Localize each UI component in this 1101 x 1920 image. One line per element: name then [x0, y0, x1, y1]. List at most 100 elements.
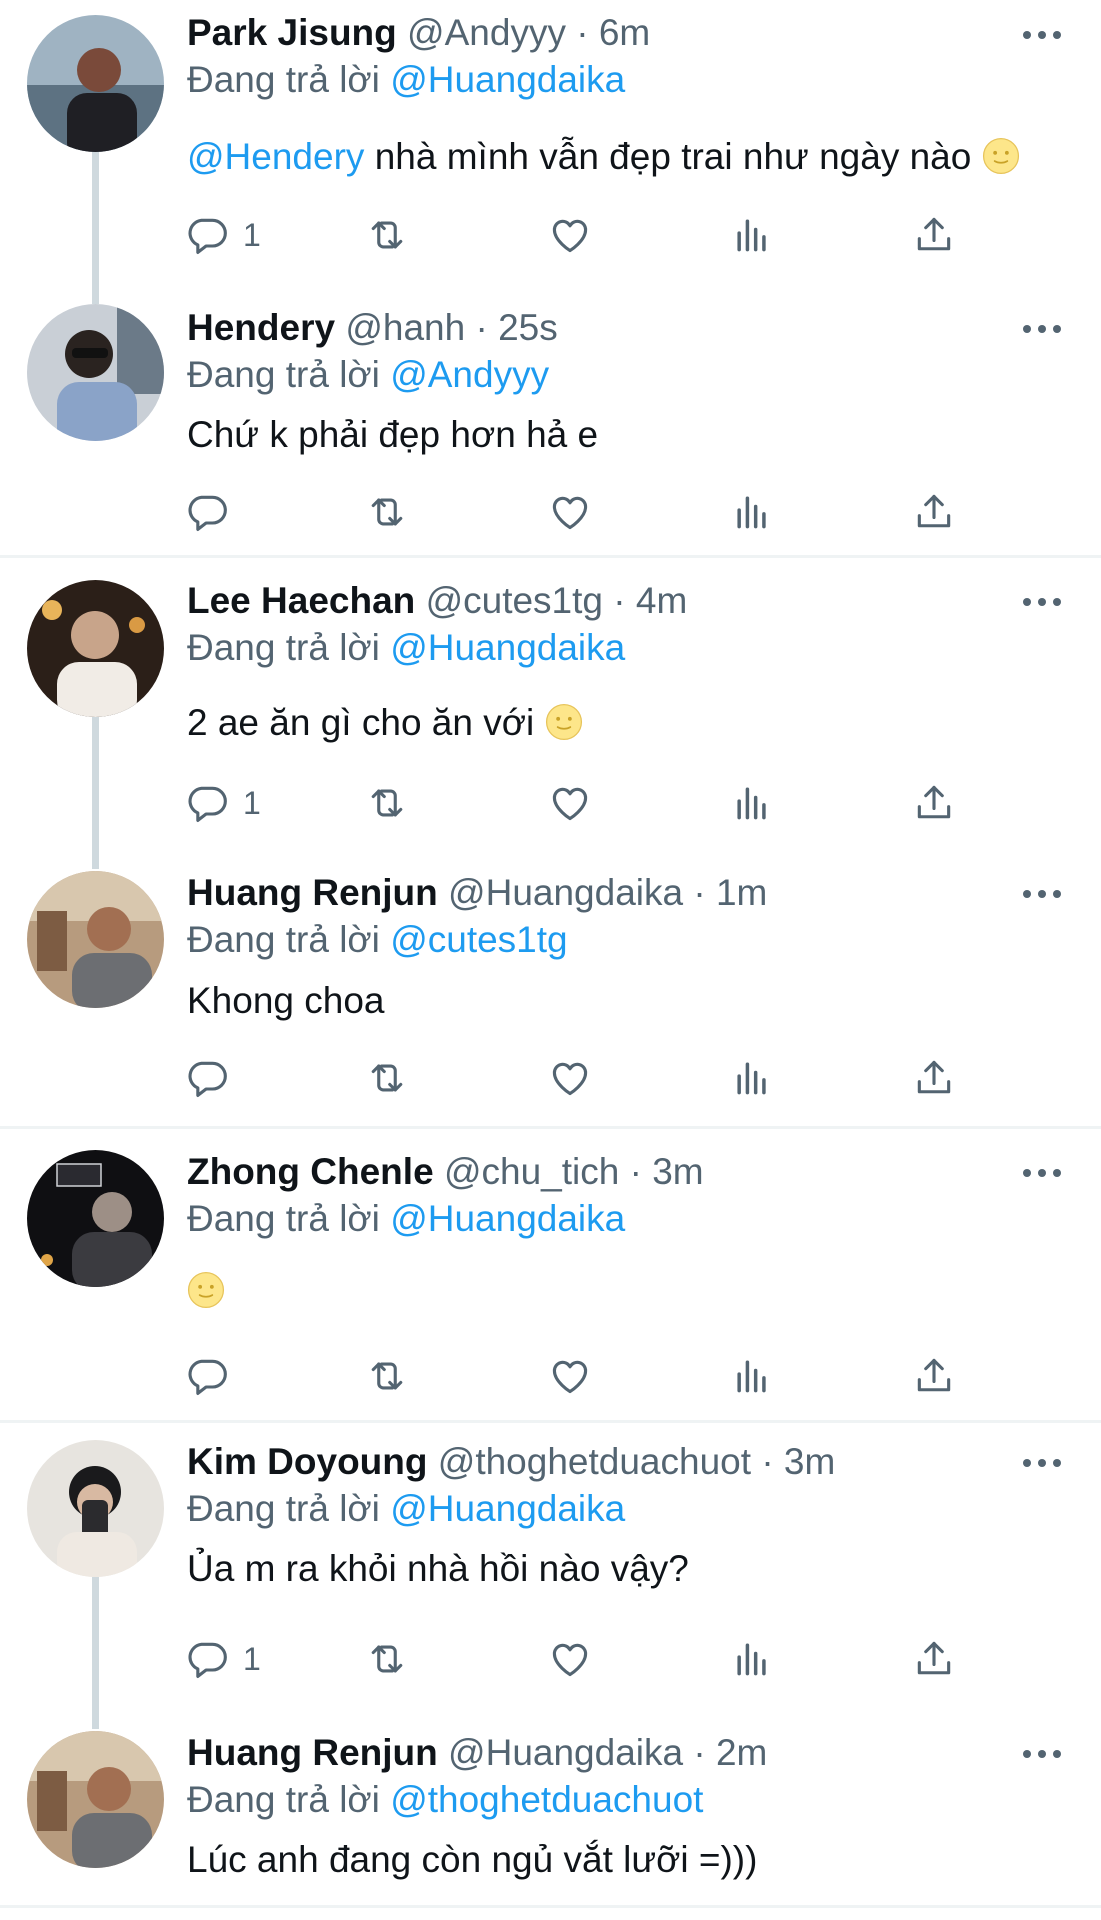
heart-icon	[548, 490, 592, 534]
retweet-button[interactable]	[365, 1351, 409, 1401]
replying-to: Đang trả lời @Huangdaika	[187, 625, 625, 671]
heart-icon	[548, 781, 592, 825]
tweet[interactable]: Huang Renjun @Huangdaika · 2m Đang trả l…	[0, 1715, 1101, 1920]
reply-button[interactable]	[185, 487, 243, 537]
retweet-button[interactable]	[365, 1634, 409, 1684]
views-button[interactable]	[730, 778, 774, 828]
body-text: Lúc anh đang còn ngủ vắt lưỡi =)))	[187, 1839, 758, 1880]
avatar[interactable]	[27, 15, 164, 152]
views-icon	[730, 1354, 774, 1398]
display-name[interactable]: Lee Haechan	[187, 580, 415, 621]
display-name[interactable]: Huang Renjun	[187, 1732, 438, 1773]
replying-to-mention[interactable]: @Huangdaika	[390, 1488, 625, 1529]
more-options-icon[interactable]	[1023, 20, 1063, 50]
like-button[interactable]	[548, 778, 592, 828]
avatar[interactable]	[27, 871, 164, 1008]
views-button[interactable]	[730, 1634, 774, 1684]
avatar[interactable]	[27, 1150, 164, 1287]
timestamp[interactable]: 3m	[784, 1441, 835, 1482]
replying-to-mention[interactable]: @Andyyy	[390, 354, 549, 395]
share-button[interactable]	[912, 1351, 956, 1401]
action-bar	[185, 1053, 1065, 1103]
share-button[interactable]	[912, 1634, 956, 1684]
like-button[interactable]	[548, 1053, 592, 1103]
share-icon	[912, 1056, 956, 1100]
share-button[interactable]	[912, 778, 956, 828]
replying-to: Đang trả lời @cutes1tg	[187, 917, 568, 963]
tweet[interactable]: Zhong Chenle @chu_tich · 3m Đang trả lời…	[0, 1130, 1101, 1420]
timestamp[interactable]: 4m	[636, 580, 687, 621]
views-button[interactable]	[730, 1053, 774, 1103]
timestamp[interactable]: 6m	[599, 12, 650, 53]
reply-icon	[185, 1354, 229, 1398]
like-button[interactable]	[548, 1634, 592, 1684]
more-options-icon[interactable]	[1023, 1739, 1063, 1769]
more-options-icon[interactable]	[1023, 1158, 1063, 1188]
tweet[interactable]: Huang Renjun @Huangdaika · 1m Đang trả l…	[0, 855, 1101, 1115]
replying-to-mention[interactable]: @Huangdaika	[390, 1198, 625, 1239]
user-handle[interactable]: @Andyyy	[407, 12, 566, 53]
timestamp[interactable]: 25s	[498, 307, 558, 348]
more-options-icon[interactable]	[1023, 879, 1063, 909]
avatar[interactable]	[27, 1731, 164, 1868]
user-handle[interactable]: @cutes1tg	[426, 580, 603, 621]
more-options-icon[interactable]	[1023, 1448, 1063, 1478]
display-name[interactable]: Zhong Chenle	[187, 1151, 434, 1192]
action-bar: 1	[185, 1634, 1065, 1684]
display-name[interactable]: Kim Doyoung	[187, 1441, 427, 1482]
reply-button[interactable]	[185, 1351, 243, 1401]
replying-to-mention[interactable]: @cutes1tg	[390, 919, 567, 960]
reply-button[interactable]: 1	[185, 210, 261, 260]
user-handle[interactable]: @chu_tich	[444, 1151, 619, 1192]
tweet-header: Huang Renjun @Huangdaika · 2m	[187, 1730, 767, 1776]
retweet-button[interactable]	[365, 210, 409, 260]
share-button[interactable]	[912, 1053, 956, 1103]
like-button[interactable]	[548, 487, 592, 537]
display-name[interactable]: Park Jisung	[187, 12, 397, 53]
timestamp[interactable]: 3m	[652, 1151, 703, 1192]
tweet[interactable]: Kim Doyoung @thoghetduachuot · 3m Đang t…	[0, 1425, 1101, 1715]
reply-icon	[185, 490, 229, 534]
retweet-button[interactable]	[365, 1053, 409, 1103]
reply-icon	[185, 781, 229, 825]
body-mention[interactable]: @Hendery	[187, 136, 364, 177]
separator-dot: ·	[693, 1732, 706, 1773]
share-button[interactable]	[912, 487, 956, 537]
display-name[interactable]: Huang Renjun	[187, 872, 438, 913]
retweet-button[interactable]	[365, 487, 409, 537]
views-button[interactable]	[730, 210, 774, 260]
timestamp[interactable]: 1m	[716, 872, 767, 913]
avatar[interactable]	[27, 580, 164, 717]
replying-to-mention[interactable]: @Huangdaika	[390, 59, 625, 100]
replying-to-mention[interactable]: @Huangdaika	[390, 627, 625, 668]
user-handle[interactable]: @Huangdaika	[448, 872, 683, 913]
like-button[interactable]	[548, 1351, 592, 1401]
thread-divider	[0, 555, 1101, 558]
body-text: nhà mình vẫn đẹp trai như ngày nào	[374, 136, 972, 177]
timestamp[interactable]: 2m	[716, 1732, 767, 1773]
views-button[interactable]	[730, 1351, 774, 1401]
share-button[interactable]	[912, 210, 956, 260]
separator-dot: ·	[576, 12, 589, 53]
retweet-button[interactable]	[365, 778, 409, 828]
more-options-icon[interactable]	[1023, 587, 1063, 617]
user-handle[interactable]: @hanh	[345, 307, 465, 348]
like-button[interactable]	[548, 210, 592, 260]
user-handle[interactable]: @thoghetduachuot	[438, 1441, 751, 1482]
retweet-icon	[365, 1056, 409, 1100]
replying-to-mention[interactable]: @thoghetduachuot	[390, 1779, 703, 1820]
reply-button[interactable]	[185, 1053, 243, 1103]
tweet[interactable]: Park Jisung @Andyyy · 6m Đang trả lời @H…	[0, 0, 1101, 290]
more-options-icon[interactable]	[1023, 314, 1063, 344]
views-button[interactable]	[730, 487, 774, 537]
avatar[interactable]	[27, 1440, 164, 1577]
tweet[interactable]: Lee Haechan @cutes1tg · 4m Đang trả lời …	[0, 560, 1101, 850]
reply-button[interactable]: 1	[185, 1634, 261, 1684]
separator-dot: ·	[629, 1151, 642, 1192]
display-name[interactable]: Hendery	[187, 307, 335, 348]
reply-button[interactable]: 1	[185, 778, 261, 828]
tweet[interactable]: Hendery @hanh · 25s Đang trả lời @Andyyy…	[0, 292, 1101, 552]
avatar[interactable]	[27, 304, 164, 441]
tweet-text: 2 ae ăn gì cho ăn với	[187, 700, 583, 746]
user-handle[interactable]: @Huangdaika	[448, 1732, 683, 1773]
